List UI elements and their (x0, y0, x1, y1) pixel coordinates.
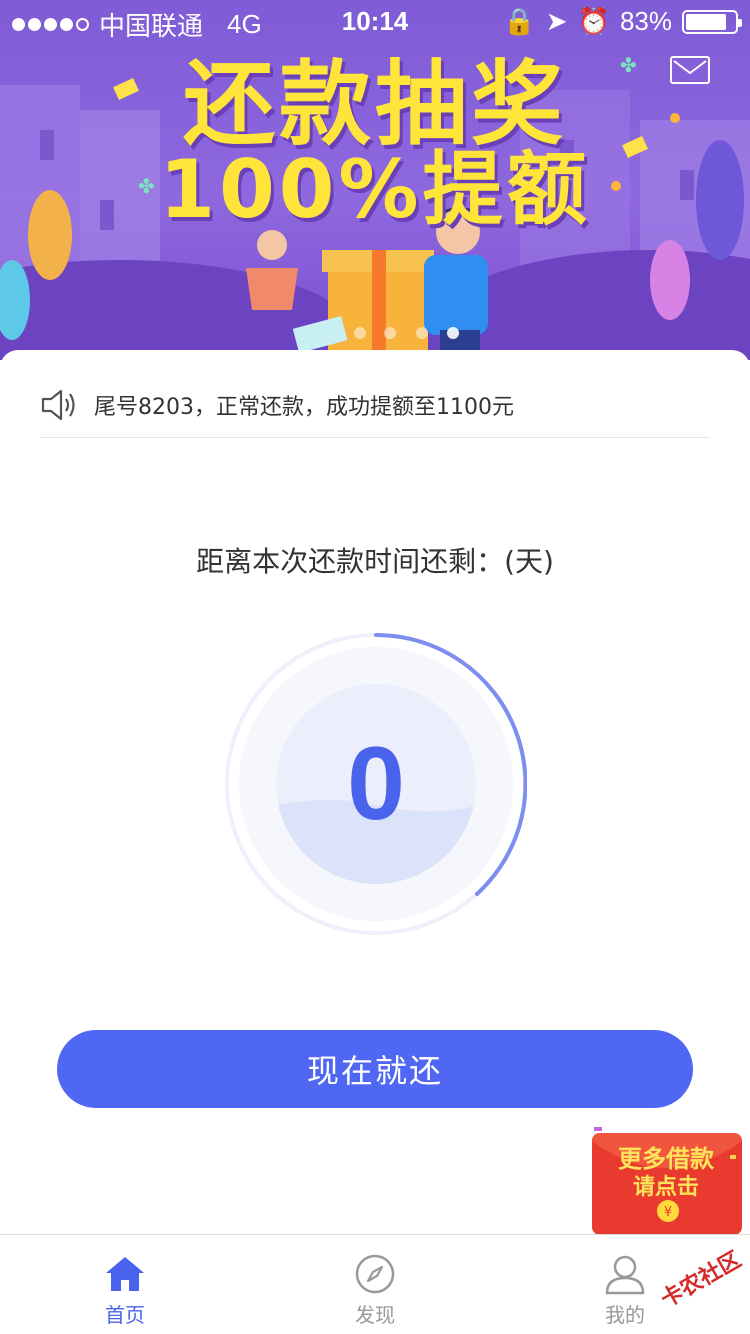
home-icon (106, 1257, 144, 1291)
promo-banner[interactable]: ✤ ✤ 中国联通 4G 10:14 🔒 ➤ ⏰ 83% 还款抽奖 100%提额 (0, 0, 750, 360)
user-icon (605, 1255, 645, 1295)
speaker-icon (41, 389, 75, 420)
tab-home-label: 首页 (105, 1303, 145, 1327)
countdown-days: 0 (347, 725, 405, 842)
tab-discover[interactable]: 发现 (250, 1235, 500, 1334)
tab-mine-label: 我的 (605, 1303, 645, 1327)
repay-now-button[interactable]: 现在就还 (57, 1030, 693, 1108)
notice-bar: 尾号8203，正常还款，成功提额至1100元 (40, 372, 710, 438)
tab-discover-label: 发现 (355, 1303, 395, 1327)
tab-bar: 首页 发现 我的 (0, 1234, 750, 1334)
more-loans-promo[interactable]: ¥ 更多借款 请点击 (590, 1125, 742, 1235)
svg-text:¥: ¥ (664, 1205, 672, 1220)
promo-line2: 请点击 (632, 1175, 699, 1200)
countdown-dial: 0 (225, 632, 528, 935)
mail-icon[interactable] (670, 56, 710, 84)
notice-text: 尾号8203，正常还款，成功提额至1100元 (94, 394, 514, 420)
main-card: 尾号8203，正常还款，成功提额至1100元 距离本次还款时间还剩：(天) 0 … (0, 350, 750, 1234)
banner-title-line2: 100%提额 (159, 143, 591, 236)
tab-home[interactable]: 首页 (0, 1235, 250, 1334)
countdown-label: 距离本次还款时间还剩：(天) (196, 545, 554, 578)
compass-icon (355, 1254, 395, 1294)
